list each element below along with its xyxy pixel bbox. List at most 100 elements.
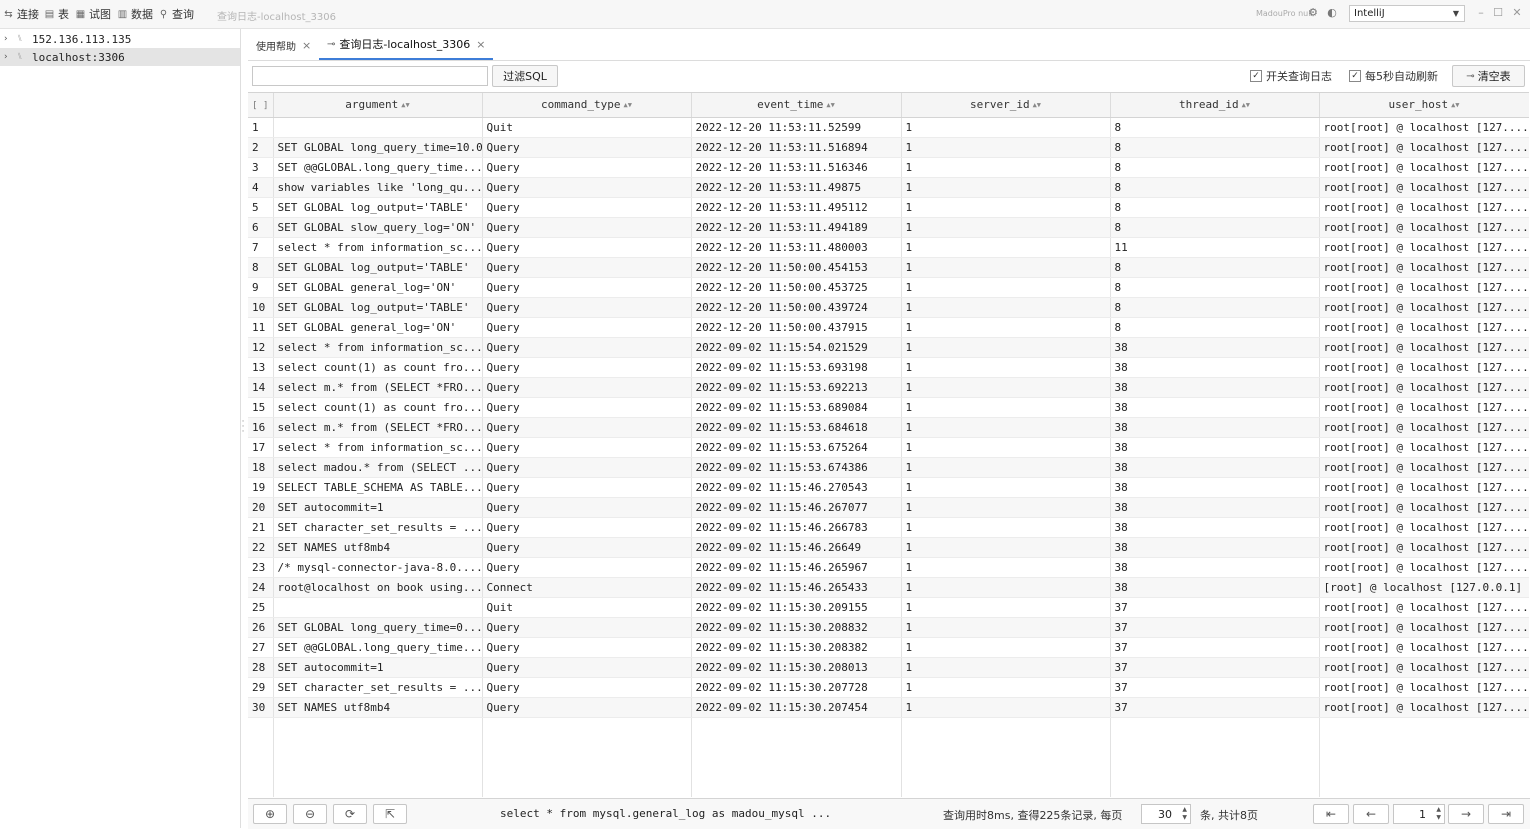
row-number-cell[interactable]: 4 — [248, 177, 274, 198]
close-icon[interactable]: × — [476, 38, 485, 51]
row-number-cell[interactable]: 18 — [248, 457, 274, 478]
table-cell-server-id[interactable]: 1 — [901, 297, 1111, 318]
row-number-cell[interactable]: 22 — [248, 537, 274, 558]
row-number-cell[interactable]: 28 — [248, 657, 274, 678]
table-cell-argument[interactable]: select * from information_sc... — [273, 337, 483, 358]
table-cell-event-time[interactable]: 2022-12-20 11:53:11.52599 — [691, 117, 902, 138]
select-all-cell[interactable]: [ ] — [248, 93, 274, 118]
table-cell-event-time[interactable]: 2022-09-02 11:15:53.675264 — [691, 437, 902, 458]
tree-item-connection[interactable]: › ⑊ localhost:3306 — [0, 48, 240, 66]
table-cell-thread-id[interactable]: 37 — [1110, 677, 1320, 698]
table-cell-server-id[interactable]: 1 — [901, 337, 1111, 358]
table-cell-command-type[interactable]: Query — [482, 637, 692, 658]
tab-query-log[interactable]: ⊸ 查询日志-localhost_3306 × — [319, 30, 494, 60]
table-cell-argument[interactable]: SET GLOBAL general_log='ON' — [273, 317, 483, 338]
row-number-cell[interactable]: 30 — [248, 697, 274, 718]
table-cell-event-time[interactable]: 2022-12-20 11:50:00.453725 — [691, 277, 902, 298]
table-cell-thread-id[interactable]: 38 — [1110, 397, 1320, 418]
row-number-cell[interactable]: 27 — [248, 637, 274, 658]
table-cell-command-type[interactable]: Query — [482, 477, 692, 498]
table-cell-server-id[interactable]: 1 — [901, 697, 1111, 718]
table-cell-command-type[interactable]: Query — [482, 457, 692, 478]
table-cell-user-host[interactable]: root[root] @ localhost [127.... — [1319, 657, 1529, 678]
table-row[interactable]: 10 SET GLOBAL log_output='TABLE' Query 2022… — [248, 297, 1529, 318]
table-row[interactable]: 28 SET autocommit=1 Query 2022-09-02 11:15:… — [248, 657, 1529, 678]
table-cell-argument[interactable]: SET autocommit=1 — [273, 497, 483, 518]
table-cell-user-host[interactable]: root[root] @ localhost [127.... — [1319, 677, 1529, 698]
table-cell-thread-id[interactable]: 38 — [1110, 537, 1320, 558]
table-row[interactable]: 26 SET GLOBAL long_query_time=0... Query 20… — [248, 617, 1529, 638]
table-cell-user-host[interactable]: root[root] @ localhost [127.... — [1319, 237, 1529, 258]
table-cell-server-id[interactable]: 1 — [901, 557, 1111, 578]
minimize-icon[interactable]: – — [1475, 6, 1487, 20]
table-cell-argument[interactable]: select count(1) as count fro... — [273, 357, 483, 378]
close-icon[interactable]: ✕ — [1511, 6, 1523, 20]
table-cell-command-type[interactable]: Query — [482, 297, 692, 318]
table-cell-thread-id[interactable]: 8 — [1110, 157, 1320, 178]
table-cell-command-type[interactable]: Query — [482, 157, 692, 178]
table-cell-server-id[interactable]: 1 — [901, 497, 1111, 518]
table-cell-server-id[interactable]: 1 — [901, 657, 1111, 678]
table-cell-event-time[interactable]: 2022-09-02 11:15:46.265967 — [691, 557, 902, 578]
tab-help[interactable]: 使用帮助 × — [256, 30, 311, 60]
table-row[interactable]: 21 SET character_set_results = ... Query 20… — [248, 517, 1529, 538]
table-row[interactable]: 9 SET GLOBAL general_log='ON' Query 2022-12… — [248, 277, 1529, 298]
table-cell-user-host[interactable]: root[root] @ localhost [127.... — [1319, 597, 1529, 618]
first-page-button[interactable]: ⇤ — [1313, 804, 1349, 824]
table-cell-server-id[interactable]: 1 — [901, 457, 1111, 478]
page-size-stepper[interactable]: 30 ▲ ▼ — [1141, 804, 1191, 824]
table-row[interactable]: 8 SET GLOBAL log_output='TABLE' Query 2022-… — [248, 257, 1529, 278]
table-cell-event-time[interactable]: 2022-12-20 11:53:11.494189 — [691, 217, 902, 238]
table-cell-event-time[interactable]: 2022-09-02 11:15:53.692213 — [691, 377, 902, 398]
row-number-cell[interactable]: 13 — [248, 357, 274, 378]
table-cell-event-time[interactable]: 2022-09-02 11:15:30.208382 — [691, 637, 902, 658]
auto-refresh-checkbox[interactable]: ✓ 每5秒自动刷新 — [1349, 68, 1438, 84]
table-row[interactable]: 17 select * from information_sc... Query 20… — [248, 437, 1529, 458]
table-cell-event-time[interactable]: 2022-09-02 11:15:53.689084 — [691, 397, 902, 418]
table-cell-thread-id[interactable]: 38 — [1110, 417, 1320, 438]
table-cell-event-time[interactable]: 2022-09-02 11:15:53.684618 — [691, 417, 902, 438]
table-cell-thread-id[interactable]: 8 — [1110, 317, 1320, 338]
row-number-cell[interactable]: 2 — [248, 137, 274, 158]
table-row[interactable]: 18 select madou.* from (SELECT ... Query 20… — [248, 457, 1529, 478]
table-row[interactable]: 5 SET GLOBAL log_output='TABLE' Query 2022-… — [248, 197, 1529, 218]
table-cell-user-host[interactable]: root[root] @ localhost [127.... — [1319, 437, 1529, 458]
table-cell-thread-id[interactable]: 38 — [1110, 517, 1320, 538]
table-cell-command-type[interactable]: Query — [482, 617, 692, 638]
table-cell-user-host[interactable]: root[root] @ localhost [127.... — [1319, 477, 1529, 498]
row-number-cell[interactable]: 16 — [248, 417, 274, 438]
table-row[interactable]: 19 SELECT TABLE_SCHEMA AS TABLE... Query 20… — [248, 477, 1529, 498]
table-cell-user-host[interactable]: root[root] @ localhost [127.... — [1319, 257, 1529, 278]
next-page-button[interactable]: → — [1448, 804, 1484, 824]
clear-table-button[interactable]: ⊸ 清空表 — [1452, 65, 1525, 87]
table-cell-server-id[interactable]: 1 — [901, 117, 1111, 138]
table-cell-server-id[interactable]: 1 — [901, 357, 1111, 378]
table-cell-event-time[interactable]: 2022-12-20 11:50:00.437915 — [691, 317, 902, 338]
table-cell-command-type[interactable]: Query — [482, 697, 692, 718]
prev-page-button[interactable]: ← — [1353, 804, 1389, 824]
theme-select[interactable]: IntelliJ ▼ — [1349, 5, 1465, 22]
table-cell-argument[interactable] — [273, 597, 483, 618]
table-cell-user-host[interactable]: root[root] @ localhost [127.... — [1319, 537, 1529, 558]
toggle-query-log-checkbox[interactable]: ✓ 开关查询日志 — [1250, 68, 1332, 84]
table-cell-thread-id[interactable]: 37 — [1110, 697, 1320, 718]
table-cell-thread-id[interactable]: 8 — [1110, 197, 1320, 218]
column-header[interactable]: command_type ▲▼ — [482, 93, 692, 118]
table-cell-user-host[interactable]: root[root] @ localhost [127.... — [1319, 377, 1529, 398]
table-cell-argument[interactable]: select * from information_sc... — [273, 437, 483, 458]
table-cell-argument[interactable] — [273, 117, 483, 138]
table-cell-user-host[interactable]: root[root] @ localhost [127.... — [1319, 397, 1529, 418]
filter-sql-button[interactable]: 过滤SQL — [492, 65, 558, 87]
row-number-cell[interactable]: 10 — [248, 297, 274, 318]
table-cell-event-time[interactable]: 2022-09-02 11:15:30.207728 — [691, 677, 902, 698]
table-cell-user-host[interactable]: root[root] @ localhost [127.... — [1319, 337, 1529, 358]
table-cell-command-type[interactable]: Query — [482, 137, 692, 158]
table-cell-server-id[interactable]: 1 — [901, 277, 1111, 298]
row-number-cell[interactable]: 19 — [248, 477, 274, 498]
table-cell-argument[interactable]: SET GLOBAL long_query_time=0... — [273, 617, 483, 638]
table-cell-user-host[interactable]: root[root] @ localhost [127.... — [1319, 137, 1529, 158]
table-cell-thread-id[interactable]: 8 — [1110, 137, 1320, 158]
table-cell-user-host[interactable]: root[root] @ localhost [127.... — [1319, 317, 1529, 338]
table-cell-argument[interactable]: root@localhost on book using... — [273, 577, 483, 598]
table-cell-thread-id[interactable]: 8 — [1110, 117, 1320, 138]
